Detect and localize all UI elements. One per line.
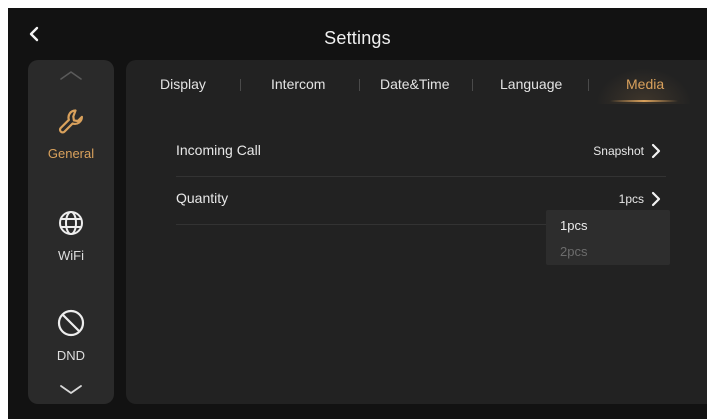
- settings-panel: Display Intercom Date&Time Language Medi…: [126, 60, 707, 404]
- sidebar-item-label: General: [47, 146, 95, 161]
- tab-divider: [472, 79, 473, 91]
- chevron-right-icon: [651, 191, 661, 207]
- wrench-icon: [54, 104, 88, 138]
- row-divider: [176, 176, 666, 177]
- setting-label: Quantity: [176, 190, 229, 206]
- active-tab-indicator: [610, 100, 678, 102]
- tab-divider: [588, 79, 589, 91]
- prohibited-icon: [54, 306, 88, 340]
- sidebar-item-dnd[interactable]: DND: [28, 306, 114, 380]
- tab-language[interactable]: Language: [500, 76, 562, 92]
- settings-screen: Settings General WiFi DND Display Interc…: [8, 8, 707, 419]
- tab-media[interactable]: Media: [626, 76, 664, 92]
- tab-display[interactable]: Display: [160, 76, 206, 92]
- tab-intercom[interactable]: Intercom: [271, 76, 325, 92]
- sidebar-item-label: WiFi: [58, 248, 84, 263]
- setting-value: Snapshot: [593, 144, 644, 158]
- sidebar-item-general[interactable]: General: [28, 104, 114, 178]
- sidebar-item-label: DND: [56, 348, 86, 363]
- sidebar-scroll-down-button[interactable]: [59, 382, 83, 396]
- chevron-down-icon: [60, 385, 82, 394]
- dropdown-option-2pcs[interactable]: 2pcs: [560, 244, 587, 259]
- tab-divider: [359, 79, 360, 91]
- tab-divider: [240, 79, 241, 91]
- sidebar-scroll-up-button[interactable]: [59, 68, 83, 82]
- globe-icon: [54, 206, 88, 240]
- setting-value: 1pcs: [618, 192, 644, 206]
- chevron-right-icon: [651, 143, 661, 159]
- page-title: Settings: [324, 28, 391, 48]
- setting-label: Incoming Call: [176, 142, 261, 158]
- tab-date-time[interactable]: Date&Time: [380, 76, 450, 92]
- dropdown-option-1pcs[interactable]: 1pcs: [560, 218, 587, 233]
- chevron-up-icon: [60, 71, 82, 80]
- sidebar-item-wifi[interactable]: WiFi: [28, 206, 114, 280]
- setting-row-incoming-call[interactable]: Incoming Call Snapshot: [176, 134, 666, 174]
- sidebar: General WiFi DND: [28, 60, 114, 404]
- quantity-dropdown: 1pcs 2pcs: [546, 210, 670, 265]
